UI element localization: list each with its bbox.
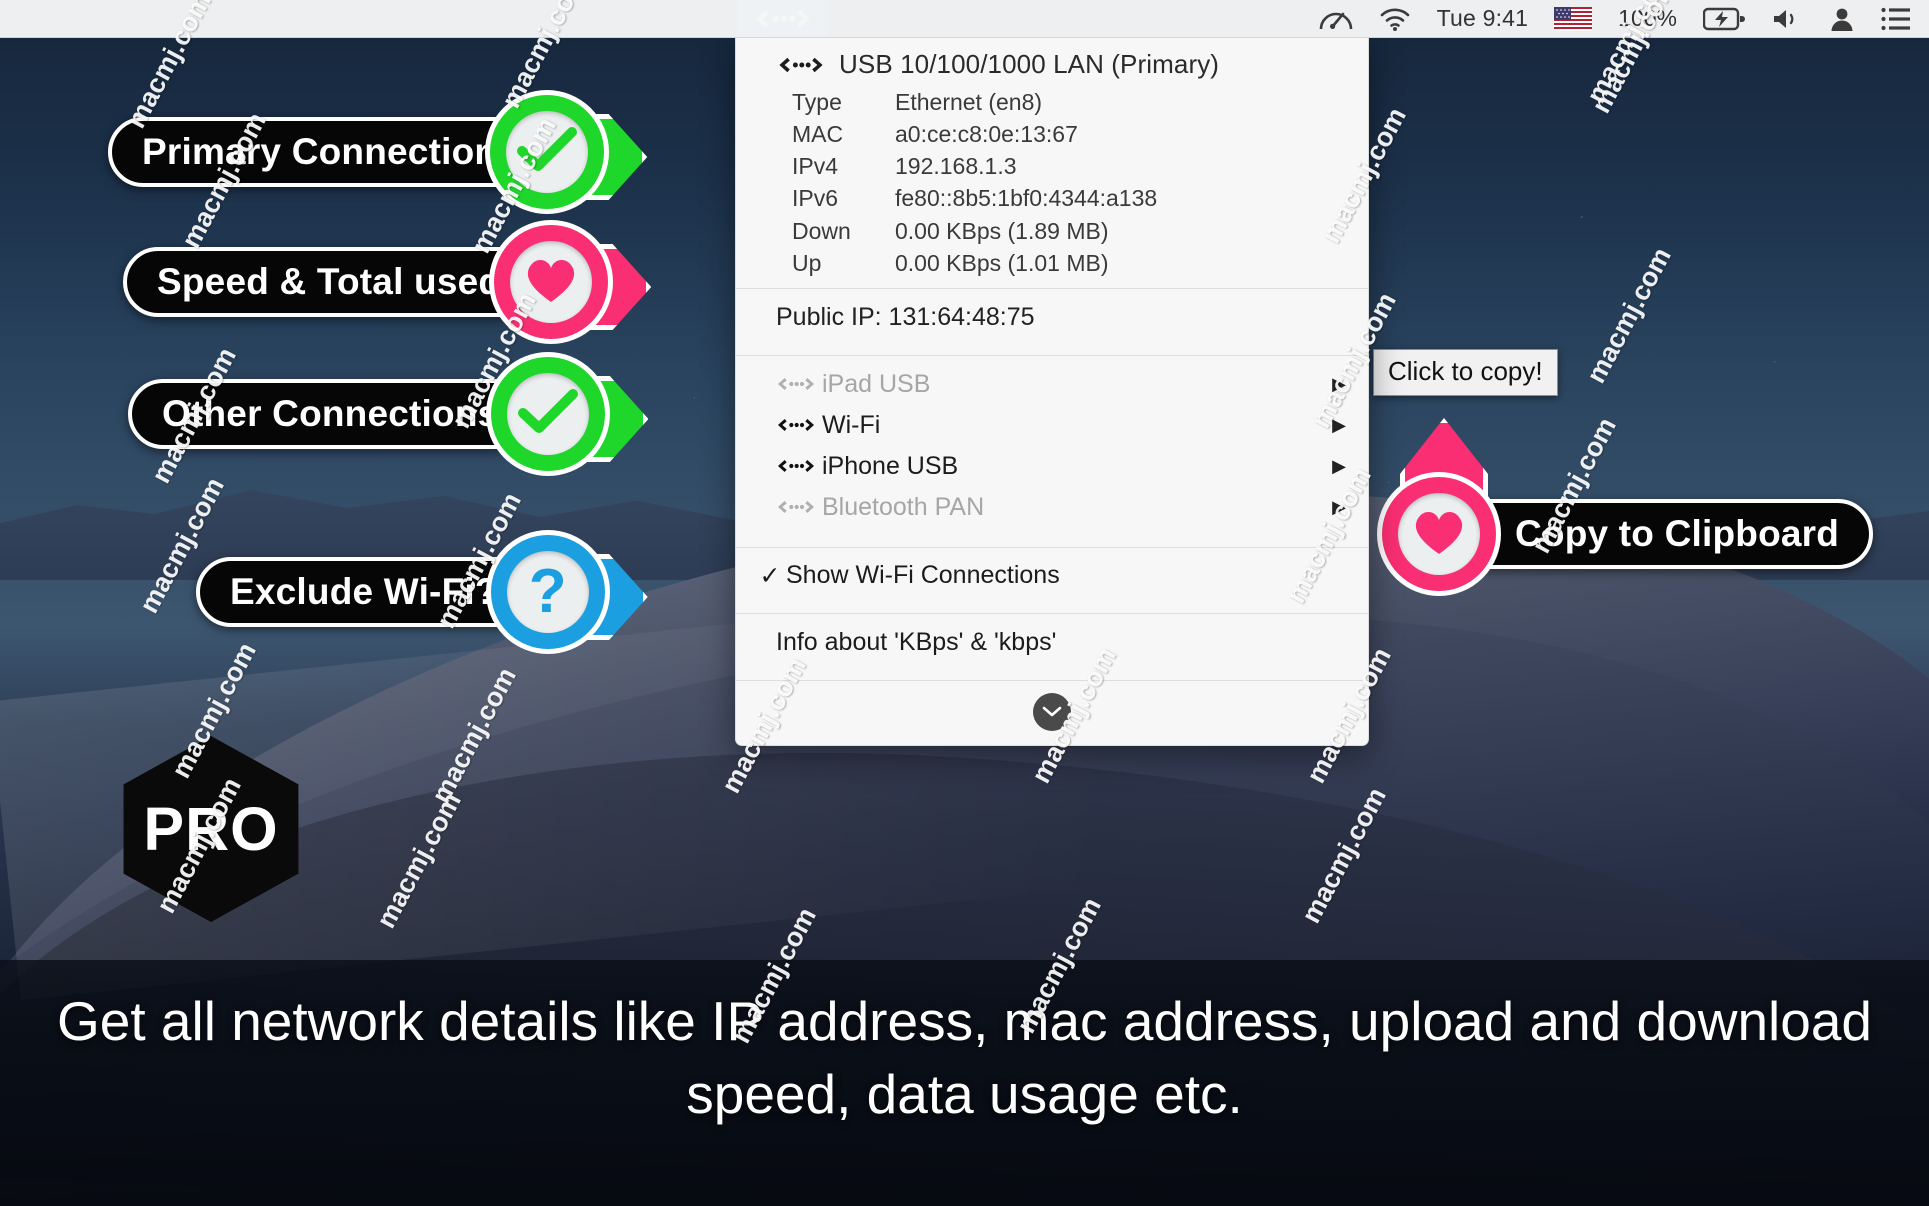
show-wifi-connections-item[interactable]: ✓ Show Wi-Fi Connections	[736, 548, 1368, 604]
callout-label: Primary Connection	[142, 131, 498, 172]
callout-badge-blue: ?	[485, 530, 648, 654]
detail-row: Type Ethernet (en8)	[736, 86, 1368, 118]
show-wifi-label: Show Wi-Fi Connections	[786, 561, 1060, 590]
detail-row: MAC a0:ce:c8:0e:13:67	[736, 118, 1368, 150]
speedometer-icon[interactable]	[1319, 6, 1353, 32]
callout-badge-pink-up	[1377, 418, 1501, 596]
menu-footer	[736, 681, 1368, 745]
connection-item-wi-fi[interactable]: Wi-Fi ▶	[736, 405, 1368, 446]
menu-bar-clock[interactable]: Tue 9:41	[1437, 5, 1529, 32]
callout-copy-to-clipboard[interactable]: Copy to Clipboard	[1377, 418, 1874, 596]
check-icon	[516, 126, 578, 178]
detail-value: Ethernet (en8)	[895, 89, 1043, 115]
detail-value: fe80::8b5:1bf0:4344:a138	[895, 185, 1158, 212]
volume-icon[interactable]	[1771, 7, 1803, 31]
submenu-arrow-icon: ▶	[1332, 373, 1346, 394]
callout-label: Copy to Clipboard	[1515, 513, 1840, 554]
badge-inner: ?	[506, 551, 589, 633]
question-icon: ?	[528, 557, 567, 626]
other-connections-list: iPad USB ▶ Wi-Fi ▶ iPhone USB ▶ Bluetoot…	[736, 356, 1368, 538]
detail-key: IPv6	[792, 185, 839, 212]
callout-primary-connection[interactable]: Primary Connection	[108, 90, 648, 214]
detail-row: Down 0.00 KBps (1.89 MB)	[736, 215, 1368, 247]
callout-label: Other Connections	[162, 393, 499, 434]
detail-row: Up 0.00 KBps (1.01 MB)	[736, 247, 1368, 279]
callout-other-connections[interactable]: Other Connections	[128, 352, 649, 476]
menu-header-title: USB 10/100/1000 LAN (Primary)	[839, 49, 1220, 79]
wifi-icon[interactable]	[1379, 7, 1411, 31]
badge-inner	[510, 241, 593, 323]
detail-value: 0.00 KBps (1.01 MB)	[895, 249, 1109, 276]
caption-text: Get all network details like IP address,…	[56, 990, 1873, 1126]
user-icon[interactable]	[1829, 6, 1855, 32]
callout-pill: Exclude Wi-Fi?	[196, 557, 532, 627]
network-arrows-icon	[779, 57, 823, 72]
chevron-down-icon[interactable]	[1033, 692, 1071, 731]
callout-badge-green	[485, 90, 648, 214]
menu-list-icon[interactable]	[1881, 7, 1911, 31]
connection-label: Bluetooth PAN	[822, 492, 985, 521]
network-status-dropdown-menu: USB 10/100/1000 LAN (Primary) Type Ether…	[735, 37, 1369, 746]
badge-inner	[1398, 493, 1480, 575]
callout-exclude-wifi[interactable]: Exclude Wi-Fi? ?	[196, 530, 648, 654]
connection-item-bluetooth-pan[interactable]: Bluetooth PAN ▶	[736, 487, 1368, 528]
macos-menu-bar: Tue 9:41 100%	[0, 0, 1929, 38]
callout-label: Speed & Total used	[157, 261, 502, 302]
callout-label: Exclude Wi-Fi?	[230, 571, 498, 612]
battery-percent-label: 100%	[1618, 5, 1677, 31]
connection-label: Wi-Fi	[822, 410, 881, 439]
menu-header: USB 10/100/1000 LAN (Primary)	[736, 37, 1368, 86]
check-icon	[517, 388, 579, 440]
callout-badge-pink	[489, 220, 652, 344]
network-arrows-icon	[776, 457, 822, 475]
network-arrows-icon	[776, 498, 822, 516]
network-arrows-icon	[776, 375, 822, 393]
flag-icon[interactable]	[1554, 6, 1593, 31]
badge-inner	[507, 373, 590, 455]
menu-bar-status-items: Tue 9:41 100%	[1319, 5, 1929, 32]
connection-label: iPad USB	[822, 369, 931, 398]
connection-item-iphone-usb[interactable]: iPhone USB ▶	[736, 446, 1368, 487]
heart-icon	[1410, 506, 1468, 562]
callout-pill: Other Connections	[128, 379, 533, 449]
battery-icon[interactable]	[1703, 7, 1745, 31]
callout-pill: Copy to Clipboard	[1455, 499, 1874, 569]
detail-key: Down	[792, 217, 851, 244]
connection-item-ipad-usb[interactable]: iPad USB ▶	[736, 364, 1368, 405]
connection-label: iPhone USB	[822, 451, 959, 480]
click-to-copy-tooltip: Click to copy!	[1373, 349, 1558, 396]
callout-pill: Speed & Total used	[123, 247, 536, 317]
callout-badge-green	[486, 352, 649, 476]
connection-details-list: Type Ethernet (en8) MAC a0:ce:c8:0e:13:6…	[736, 86, 1368, 279]
detail-key: MAC	[792, 121, 844, 148]
detail-value: 192.168.1.3	[895, 153, 1017, 180]
callout-pill: Primary Connection	[108, 117, 532, 187]
public-ip-item[interactable]: Public IP: 131:64:48:75	[736, 289, 1368, 346]
detail-key: IPv4	[792, 153, 839, 180]
detail-key: Type	[792, 89, 842, 115]
detail-row: IPv4 192.168.1.3	[736, 150, 1368, 182]
screenshot-stage: Get all network details like IP address,…	[0, 0, 1929, 1206]
submenu-arrow-icon: ▶	[1332, 414, 1346, 435]
detail-key: Up	[792, 249, 822, 276]
heart-icon	[522, 254, 580, 310]
network-arrows-icon	[776, 416, 822, 434]
badge-inner	[506, 111, 589, 193]
detail-value: a0:ce:c8:0e:13:67	[895, 121, 1078, 148]
checkmark-icon: ✓	[759, 561, 781, 590]
submenu-arrow-icon: ▶	[1332, 455, 1346, 476]
pro-badge-label: PRO	[143, 795, 279, 863]
submenu-arrow-icon: ▶	[1332, 496, 1346, 517]
info-kbps-item[interactable]: Info about 'KBps' & 'kbps'	[736, 614, 1368, 671]
detail-row: IPv6 fe80::8b5:1bf0:4344:a138	[736, 182, 1368, 214]
callout-speed-total-used[interactable]: Speed & Total used	[123, 220, 652, 344]
detail-value: 0.00 KBps (1.89 MB)	[895, 217, 1109, 244]
